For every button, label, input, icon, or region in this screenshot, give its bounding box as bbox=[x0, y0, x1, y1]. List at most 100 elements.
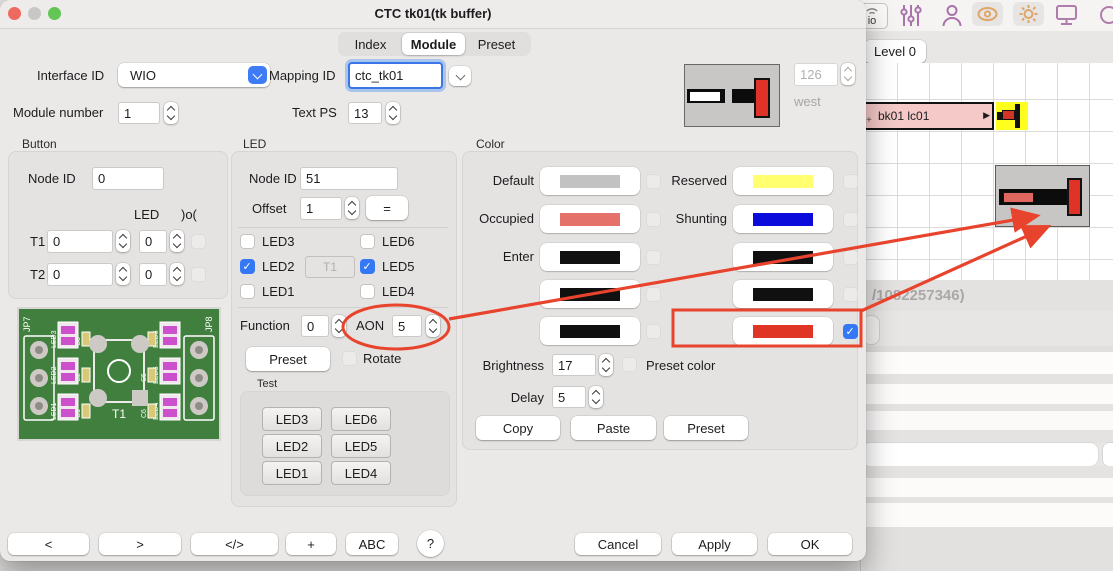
filters-icon[interactable] bbox=[899, 3, 923, 31]
color-checkbox-6[interactable] bbox=[646, 287, 661, 302]
mapping-id-input[interactable]: ctc_tk01 bbox=[348, 62, 443, 89]
brightness-stepper[interactable] bbox=[599, 354, 613, 376]
nav-prev-button[interactable]: < bbox=[8, 533, 89, 555]
led-node-id-input[interactable]: 51 bbox=[300, 167, 398, 190]
paste-button[interactable]: Paste bbox=[571, 416, 656, 440]
test-led6-button[interactable]: LED6 bbox=[331, 407, 391, 431]
brightness-input[interactable]: 17 bbox=[552, 354, 596, 376]
background-side-button[interactable] bbox=[1103, 443, 1113, 466]
tab-preset[interactable]: Preset bbox=[465, 33, 528, 55]
delay-stepper[interactable] bbox=[589, 386, 603, 408]
abc-button[interactable]: ABC bbox=[346, 533, 398, 555]
led6-checkbox[interactable] bbox=[360, 234, 375, 249]
aon-stepper[interactable] bbox=[426, 315, 440, 337]
t2-led-input[interactable]: 0 bbox=[139, 263, 167, 286]
color-bar bbox=[560, 325, 620, 338]
test-led5-button[interactable]: LED5 bbox=[331, 434, 391, 458]
enter-checkbox[interactable] bbox=[646, 250, 661, 265]
color-checkbox-7[interactable] bbox=[843, 287, 858, 302]
default-color-button[interactable] bbox=[540, 167, 640, 195]
offset-input[interactable]: 1 bbox=[300, 197, 342, 220]
color-button-7[interactable] bbox=[733, 280, 833, 308]
t1-contact-checkbox[interactable] bbox=[191, 234, 206, 249]
divider bbox=[238, 227, 448, 228]
offset-stepper[interactable] bbox=[345, 197, 359, 219]
t2-input[interactable]: 0 bbox=[47, 263, 113, 286]
color-checkbox-8[interactable] bbox=[646, 324, 661, 339]
tab-module[interactable]: Module bbox=[402, 33, 465, 55]
special-color-button[interactable] bbox=[733, 317, 833, 345]
preview-buffer-post bbox=[754, 78, 770, 118]
t2-stepper[interactable] bbox=[116, 263, 130, 285]
buffer-cell[interactable] bbox=[996, 102, 1028, 130]
test-led4-button[interactable]: LED4 bbox=[331, 461, 391, 485]
led4-checkbox[interactable] bbox=[360, 284, 375, 299]
t2-contact-checkbox[interactable] bbox=[191, 267, 206, 282]
tab-index[interactable]: Index bbox=[339, 33, 402, 55]
monitor-icon[interactable] bbox=[1055, 3, 1079, 31]
titlebar[interactable]: CTC tk01(tk buffer) bbox=[0, 0, 866, 29]
button-node-id-input[interactable]: 0 bbox=[92, 167, 164, 190]
preview-number-input[interactable]: 126 bbox=[794, 63, 838, 86]
abc-label: ABC bbox=[359, 537, 386, 552]
t1-led-stepper[interactable] bbox=[170, 230, 184, 252]
test-led2-button[interactable]: LED2 bbox=[262, 434, 322, 458]
led1-checkbox[interactable] bbox=[240, 284, 255, 299]
help-button[interactable]: ? bbox=[417, 530, 444, 557]
led2-checkbox[interactable] bbox=[240, 259, 255, 274]
color-checkbox-5[interactable] bbox=[843, 250, 858, 265]
led-preset-button[interactable]: Preset bbox=[246, 347, 330, 371]
shunting-color-button[interactable] bbox=[733, 205, 833, 233]
color-preset-button[interactable]: Preset bbox=[664, 416, 748, 440]
code-button[interactable]: </> bbox=[191, 533, 278, 555]
test-group-title: Test bbox=[257, 378, 277, 390]
test-led3-button[interactable]: LED3 bbox=[262, 407, 322, 431]
led5-checkbox[interactable] bbox=[360, 259, 375, 274]
color-button-5[interactable] bbox=[733, 243, 833, 271]
color-button-6[interactable] bbox=[540, 280, 640, 308]
ok-button[interactable]: OK bbox=[768, 533, 852, 555]
preset-color-checkbox[interactable] bbox=[622, 357, 637, 372]
test-led1-button[interactable]: LED1 bbox=[262, 461, 322, 485]
copy-button[interactable]: Copy bbox=[476, 416, 560, 440]
t1-led-input[interactable]: 0 bbox=[139, 230, 167, 253]
led-column-header: LED bbox=[134, 206, 159, 224]
module-number-stepper[interactable] bbox=[164, 102, 178, 124]
special-color-checkbox[interactable] bbox=[843, 324, 858, 339]
led3-checkbox[interactable] bbox=[240, 234, 255, 249]
enter-color-button[interactable] bbox=[540, 243, 640, 271]
t2-led-stepper[interactable] bbox=[170, 263, 184, 285]
mapping-id-dropdown-button[interactable] bbox=[449, 66, 471, 86]
function-stepper[interactable] bbox=[332, 315, 346, 337]
reserved-color-button[interactable] bbox=[733, 167, 833, 195]
apply-button[interactable]: Apply bbox=[672, 533, 757, 555]
aon-input[interactable]: 5 bbox=[392, 315, 422, 337]
occupied-color-button[interactable] bbox=[540, 205, 640, 233]
person-icon[interactable] bbox=[940, 3, 964, 31]
module-number-input[interactable]: 1 bbox=[118, 102, 160, 124]
function-input[interactable]: 0 bbox=[301, 315, 329, 337]
equals-button[interactable]: = bbox=[366, 196, 408, 220]
circle-icon[interactable] bbox=[1095, 3, 1113, 31]
shunting-checkbox[interactable] bbox=[843, 212, 858, 227]
nav-next-button[interactable]: > bbox=[99, 533, 181, 555]
rotate-checkbox[interactable] bbox=[342, 351, 357, 366]
t1-stepper[interactable] bbox=[116, 230, 130, 252]
selected-track-element[interactable] bbox=[995, 165, 1090, 227]
color-button-8[interactable] bbox=[540, 317, 640, 345]
delay-input[interactable]: 5 bbox=[552, 386, 586, 408]
eye-icon[interactable] bbox=[972, 2, 1003, 26]
sun-icon[interactable] bbox=[1013, 2, 1044, 26]
add-button[interactable]: + bbox=[286, 533, 336, 555]
text-ps-input[interactable]: 13 bbox=[348, 102, 382, 124]
reserved-checkbox[interactable] bbox=[843, 174, 858, 189]
interface-id-popup[interactable]: WIO bbox=[118, 63, 270, 87]
background-input-row[interactable] bbox=[862, 443, 1098, 466]
text-ps-stepper[interactable] bbox=[386, 102, 400, 124]
track-block[interactable]: bk01 lc01 + ▶ bbox=[862, 102, 994, 130]
level-tab[interactable]: Level 0 bbox=[864, 40, 926, 63]
preview-number-stepper[interactable] bbox=[841, 63, 855, 85]
tab-preset-label: Preset bbox=[478, 37, 516, 52]
cancel-button[interactable]: Cancel bbox=[575, 533, 661, 555]
t1-input[interactable]: 0 bbox=[47, 230, 113, 253]
